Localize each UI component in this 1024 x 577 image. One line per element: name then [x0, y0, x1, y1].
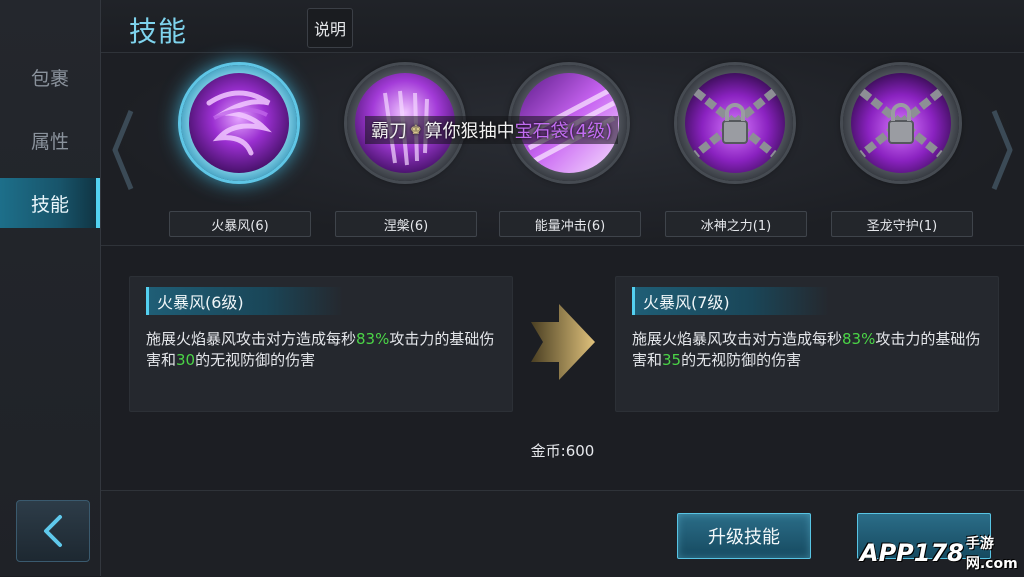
current-level-card: 火暴风(6级) 施展火焰暴风攻击对方造成每秒83%攻击力的基础伤害和30的无视防…	[129, 276, 513, 412]
nav-item-label: 技能	[30, 193, 69, 216]
broadcast-text: 算你狠抽中	[424, 121, 515, 142]
skill-slot-energy-impact[interactable]: 能量冲击(6)	[499, 65, 641, 237]
skill-ring	[181, 65, 297, 181]
watermark-logo: APP178 手游网.com	[860, 534, 1020, 572]
skill-slot-nirvana[interactable]: 涅槃(6)	[335, 65, 477, 237]
ice-god-power-skill-icon	[685, 73, 785, 173]
skill-slot-fire-storm[interactable]: 火暴风(6)	[169, 65, 311, 237]
desc-text: 的无视防御的伤害	[195, 351, 316, 369]
holy-dragon-guard-skill-icon	[851, 73, 951, 173]
header: 技能 说明	[101, 0, 1024, 53]
broadcast-player: 霸刀	[371, 121, 407, 142]
skill-carousel: 火暴风(6) 涅槃(6) 能量冲击(6) 冰神之力(1) 圣龙守护(1) 霸刀 …	[101, 53, 1024, 246]
upgrade-skill-label: 升级技能	[708, 527, 780, 548]
damage-percent: 83%	[842, 330, 876, 348]
carousel-next-icon[interactable]	[988, 105, 1018, 195]
help-button-label: 说明	[313, 20, 346, 39]
skill-ring	[843, 65, 959, 181]
skill-label: 圣龙守护(1)	[831, 211, 973, 237]
skill-label: 火暴风(6)	[169, 211, 311, 237]
upgrade-skill-button[interactable]: 升级技能	[677, 513, 811, 559]
desc-text: 的无视防御的伤害	[681, 351, 802, 369]
broadcast-message: 霸刀 ♚ 算你狠抽中 宝石袋(4级)	[365, 116, 619, 144]
chain-lock-icon	[685, 79, 785, 167]
next-level-description: 施展火焰暴风攻击对方造成每秒83%攻击力的基础伤害和35的无视防御的伤害	[632, 329, 982, 371]
help-button[interactable]: 说明	[307, 8, 353, 48]
watermark-suffix: 手游网.com	[965, 536, 1018, 572]
upgrade-arrow-icon	[531, 304, 595, 380]
skill-detail-panel: 火暴风(6级) 施展火焰暴风攻击对方造成每秒83%攻击力的基础伤害和30的无视防…	[101, 246, 1024, 490]
carousel-prev-icon[interactable]	[107, 105, 137, 195]
fire-storm-skill-icon	[189, 73, 289, 173]
current-level-description: 施展火焰暴风攻击对方造成每秒83%攻击力的基础伤害和30的无视防御的伤害	[146, 329, 496, 371]
next-level-title: 火暴风(7级)	[632, 287, 829, 315]
nav-item-inventory[interactable]: 包裹	[0, 52, 100, 102]
skill-slot-ice-god-power[interactable]: 冰神之力(1)	[665, 65, 807, 237]
chevron-left-icon	[44, 515, 62, 547]
upgrade-cost: 金币:600	[530, 442, 595, 460]
broadcast-item: 宝石袋(4级)	[514, 121, 613, 142]
nav-item-label: 属性	[30, 130, 69, 153]
skill-ring	[677, 65, 793, 181]
skill-label: 能量冲击(6)	[499, 211, 641, 237]
skill-slot-holy-dragon-guard[interactable]: 圣龙守护(1)	[831, 65, 973, 237]
desc-text: 施展火焰暴风攻击对方造成每秒	[146, 330, 357, 348]
nav-item-attributes[interactable]: 属性	[0, 115, 100, 165]
watermark-main: APP178	[860, 539, 964, 567]
crown-icon: ♚	[410, 122, 422, 138]
sidebar: 包裹 属性 技能	[0, 0, 101, 576]
page-title: 技能	[129, 15, 188, 48]
nav-item-label: 包裹	[30, 67, 69, 90]
damage-percent: 83%	[356, 330, 390, 348]
skill-label: 冰神之力(1)	[665, 211, 807, 237]
current-level-title: 火暴风(6级)	[146, 287, 343, 315]
skill-label: 涅槃(6)	[335, 211, 477, 237]
back-button[interactable]	[16, 500, 90, 562]
chain-lock-icon	[851, 79, 951, 167]
nav-item-skills[interactable]: 技能	[0, 178, 100, 228]
desc-text: 施展火焰暴风攻击对方造成每秒	[632, 330, 843, 348]
flat-damage: 35	[662, 351, 682, 369]
flat-damage: 30	[176, 351, 196, 369]
next-level-card: 火暴风(7级) 施展火焰暴风攻击对方造成每秒83%攻击力的基础伤害和35的无视防…	[615, 276, 999, 412]
